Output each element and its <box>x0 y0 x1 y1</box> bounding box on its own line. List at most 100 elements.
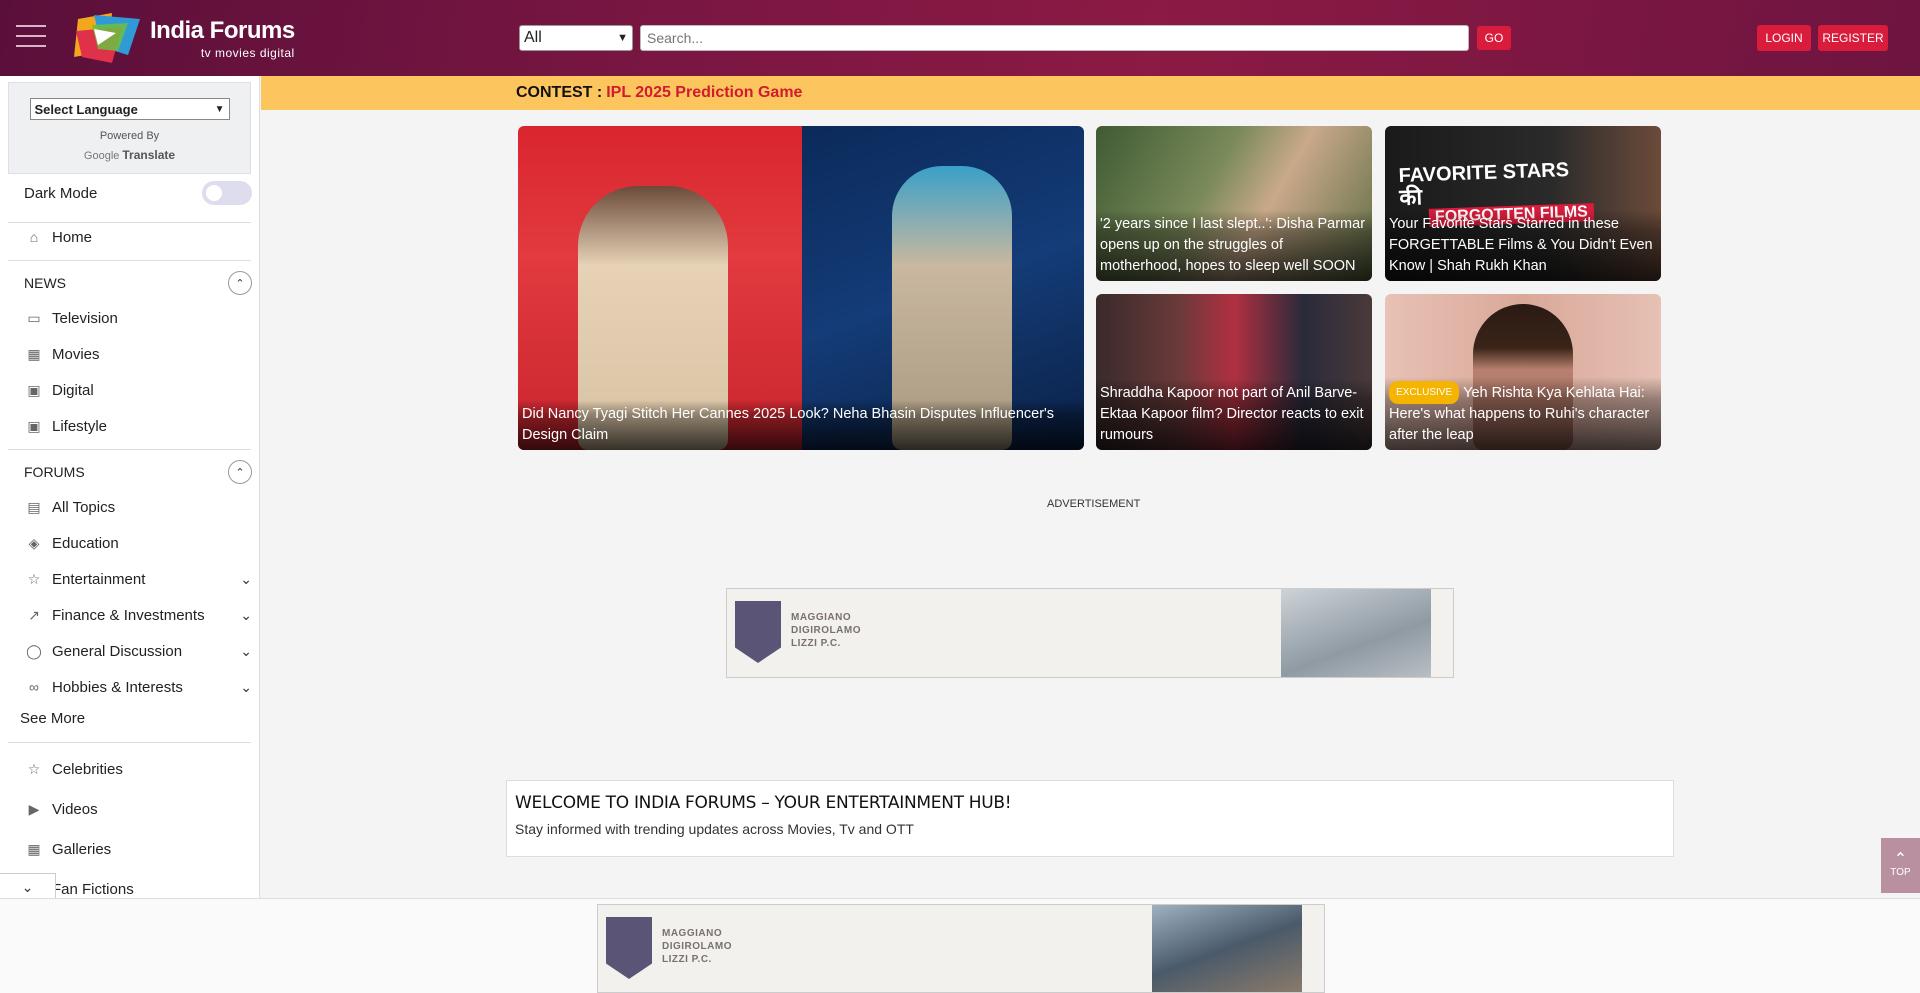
sidebar-item-label: Entertainment <box>52 570 146 588</box>
search-input[interactable] <box>640 25 1469 51</box>
login-button[interactable]: LOGIN <box>1757 25 1811 51</box>
sidebar-item-label: Celebrities <box>52 760 123 778</box>
card-title: Did Nancy Tyagi Stitch Her Cannes 2025 L… <box>522 406 1055 443</box>
chevron-down-icon: ⌄ <box>21 878 34 895</box>
exclusive-badge: EXCLUSIVE <box>1389 381 1460 404</box>
logo-icon <box>74 13 140 63</box>
chevron-down-icon[interactable]: ⌄ <box>240 607 252 624</box>
video-icon: ▶ <box>28 800 40 817</box>
sidebar-item-label: Television <box>52 309 118 327</box>
divider <box>8 449 251 450</box>
card-title: '2 years since I last slept..': Disha Pa… <box>1100 216 1366 274</box>
forums-heading: FORUMS <box>24 464 85 480</box>
digital-icon: ▣ <box>27 381 41 398</box>
sticky-ad-banner[interactable]: MAGGIANO DIGIROLAMO LIZZI P.C. <box>597 904 1325 993</box>
site-logo[interactable]: India Forums tv movies digital <box>72 10 295 66</box>
chevron-down-icon: ▼ <box>617 32 628 44</box>
sidebar-collapse-button[interactable]: ⌄ <box>0 873 56 901</box>
google-translate-label[interactable]: Google Translate <box>9 148 250 162</box>
ad-banner[interactable]: MAGGIANO DIGIROLAMO LIZZI P.C. <box>726 588 1454 678</box>
sidebar-item-videos[interactable]: ▶ Videos <box>24 795 252 823</box>
sidebar-item-digital[interactable]: ▣ Digital <box>24 376 252 404</box>
sidebar-item-entertainment[interactable]: ☆ Entertainment ⌄ <box>24 565 252 593</box>
sidebar-item-television[interactable]: ▭ Television <box>24 304 252 332</box>
sidebar-item-label: Galleries <box>52 840 112 858</box>
chevron-down-icon[interactable]: ⌄ <box>240 643 252 660</box>
chevron-up-icon: ⌃ <box>1893 851 1908 868</box>
brand-title: India Forums <box>150 16 295 44</box>
featured-card[interactable]: '2 years since I last slept..': Disha Pa… <box>1096 126 1372 281</box>
search-go-button[interactable]: GO <box>1477 26 1511 50</box>
film-icon: ▦ <box>27 345 41 362</box>
back-to-top-button[interactable]: ⌃ TOP <box>1881 838 1920 893</box>
sidebar-item-label: Hobbies & Interests <box>52 678 183 696</box>
sidebar-item-hobbies[interactable]: ∞ Hobbies & Interests ⌄ <box>24 673 252 701</box>
sidebar-item-fan-fictions[interactable]: ▤ Fan Fictions <box>24 875 252 898</box>
card-title: Your Favorite Stars Starred in these FOR… <box>1389 216 1653 274</box>
lifestyle-icon: ▣ <box>27 417 41 434</box>
star-icon: ☆ <box>27 570 41 587</box>
star-icon: ☆ <box>27 760 41 777</box>
sidebar-item-general-discussion[interactable]: ◯ General Discussion ⌄ <box>24 637 252 665</box>
card-caption: Did Nancy Tyagi Stitch Her Cannes 2025 L… <box>518 400 1084 450</box>
menu-icon[interactable] <box>16 25 46 49</box>
see-more-link[interactable]: See More <box>20 710 85 727</box>
contest-label: CONTEST : <box>516 84 603 101</box>
education-icon: ◈ <box>28 534 40 551</box>
advertisement-label: ADVERTISEMENT <box>1047 498 1141 510</box>
ad-brand: MAGGIANO DIGIROLAMO LIZZI P.C. <box>791 612 861 649</box>
featured-card[interactable]: FAVORITE STARS की FORGOTTEN FILMS Your F… <box>1385 126 1661 281</box>
home-icon: ⌂ <box>29 229 39 245</box>
sidebar-item-label: Lifestyle <box>52 417 108 435</box>
sidebar-item-celebrities[interactable]: ☆ Celebrities <box>24 755 252 783</box>
sidebar-item-label: Videos <box>52 800 98 818</box>
hobbies-icon: ∞ <box>29 679 39 695</box>
sidebar-item-all-topics[interactable]: ▤ All Topics <box>24 493 252 521</box>
featured-card[interactable]: EXCLUSIVE Yeh Rishta Kya Kehlata Hai: Her… <box>1385 294 1661 450</box>
dark-mode-row: Dark Mode <box>24 180 252 206</box>
top-label: TOP <box>1890 867 1911 878</box>
ad-brand: MAGGIANO DIGIROLAMO LIZZI P.C. <box>662 928 732 965</box>
contest-link[interactable]: IPL 2025 Prediction Game <box>606 84 802 102</box>
sidebar-item-label: General Discussion <box>52 642 183 660</box>
gallery-icon: ▦ <box>27 840 41 857</box>
chevron-down-icon[interactable]: ⌄ <box>240 679 252 696</box>
ad-image <box>1152 905 1302 992</box>
sidebar-item-home[interactable]: ⌂ Home <box>24 223 252 251</box>
contest-bar: CONTEST : IPL 2025 Prediction Game <box>261 76 1920 110</box>
sidebar-item-movies[interactable]: ▦ Movies <box>24 340 252 368</box>
card-caption: Your Favorite Stars Starred in these FOR… <box>1385 210 1661 281</box>
lion-shield-icon <box>606 917 652 979</box>
language-select[interactable]: Select Language ▼ <box>29 98 230 120</box>
site-header: India Forums tv movies digital All ▼ GO … <box>0 0 1920 76</box>
forums-section-header: FORUMS ⌃ <box>24 458 252 486</box>
chevron-up-icon[interactable]: ⌃ <box>228 460 252 484</box>
search-scope-select[interactable]: All ▼ <box>519 25 633 51</box>
divider <box>8 260 251 261</box>
card-caption: '2 years since I last slept..': Disha Pa… <box>1096 210 1372 281</box>
brand-subtitle: tv movies digital <box>200 45 295 60</box>
featured-card[interactable]: Shraddha Kapoor not part of Anil Barve-E… <box>1096 294 1372 450</box>
powered-by-label: Powered By <box>99 130 160 142</box>
tv-icon: ▭ <box>27 309 41 326</box>
sidebar: Select Language ▼ Powered By Google Trans… <box>0 76 260 898</box>
register-button[interactable]: REGISTER <box>1818 25 1888 51</box>
news-section-header: NEWS ⌃ <box>24 269 252 297</box>
sidebar-item-finance[interactable]: ↗ Finance & Investments ⌄ <box>24 601 252 629</box>
featured-card-main[interactable]: Did Nancy Tyagi Stitch Her Cannes 2025 L… <box>518 126 1084 450</box>
chevron-up-icon[interactable]: ⌃ <box>228 271 252 295</box>
card-caption: EXCLUSIVE Yeh Rishta Kya Kehlata Hai: Her… <box>1385 377 1661 450</box>
sidebar-item-label: Digital <box>52 381 94 399</box>
sidebar-item-galleries[interactable]: ▦ Galleries <box>24 835 252 863</box>
sidebar-item-label: Fan Fictions <box>52 880 134 898</box>
chevron-down-icon[interactable]: ⌄ <box>240 571 252 588</box>
sidebar-item-label: Home <box>52 228 93 246</box>
chat-icon: ◯ <box>26 642 42 659</box>
dark-mode-toggle[interactable] <box>202 181 252 205</box>
welcome-subtitle: Stay informed with trending updates acro… <box>515 821 914 837</box>
ad-image <box>1281 589 1431 677</box>
sidebar-item-education[interactable]: ◈ Education <box>24 529 252 557</box>
chart-icon: ↗ <box>28 606 40 623</box>
sidebar-item-lifestyle[interactable]: ▣ Lifestyle <box>24 412 252 440</box>
sidebar-item-label: Movies <box>52 345 100 363</box>
